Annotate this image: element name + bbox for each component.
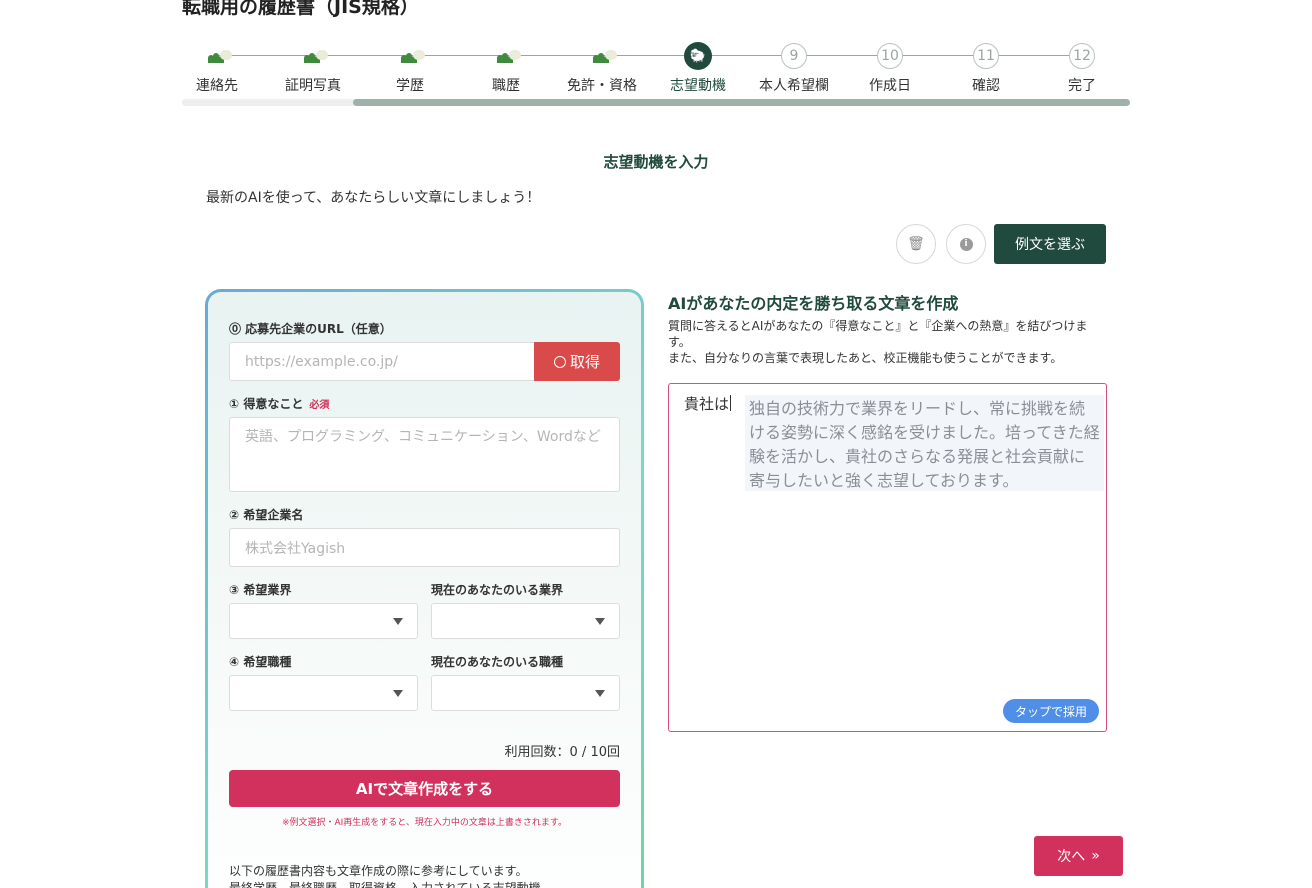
chevron-down-icon [595,690,605,697]
step-marker: 🐑 [653,42,743,70]
company-label: ② 希望企業名 [229,508,304,522]
text-caret [730,395,732,411]
step-number: 10 [877,43,903,69]
ai-description: 質問に答えるとAIがあなたの『得意なこと』と『企業への熱意』を結びつけます。 ま… [668,318,1108,366]
strength-label: ① 得意なこと 必須 [229,395,329,412]
step-9[interactable]: 11 確認 [941,42,1031,95]
job-label: ④ 希望職種 [229,655,292,669]
trash-icon: 🗑 [907,236,925,252]
step-label: 作成日 [869,78,911,94]
sprout-icon [395,49,425,63]
ai-description-line: 質問に答えるとAIがあなたの『得意なこと』と『企業への熱意』を結びつけます。 [668,319,1088,349]
sprout-icon [587,49,617,63]
step-marker [461,42,551,70]
company-input[interactable]: 株式会社Yagish [229,528,620,567]
info-button[interactable]: i [946,224,986,264]
step-label: 証明写真 [285,78,341,94]
sprout-icon [202,49,232,63]
required-badge: 必須 [309,400,330,411]
industry-select[interactable] [229,603,418,639]
step-label: 学歴 [396,78,424,94]
step-marker: 12 [1037,42,1127,70]
current-job-label: 現在のあなたのいる職種 [431,655,564,669]
step-number: 12 [1069,43,1095,69]
lead-text: 最新のAIを使って、あなたらしい文章にしましょう！ [206,190,541,206]
step-1[interactable]: 連絡先 [172,42,262,95]
step-6[interactable]: 🐑 志望動機 [653,42,743,95]
ai-suggestion[interactable]: 独自の技術力で業界をリードし、常に挑戦を続ける姿勢に深く感銘を受けました。培って… [745,395,1104,491]
step-number: 11 [973,43,999,69]
strength-textarea[interactable]: 英語、プログラミング、コミュニケーション、Wordなど [229,417,620,492]
usage-count: 利用回数：0 / 10回 [504,745,620,760]
current-industry-select[interactable] [431,603,620,639]
search-icon [553,355,566,368]
double-chevron-right-icon: » [1091,848,1100,864]
url-label: ⓪ 応募先企業のURL（任意） [229,322,392,336]
chevron-down-icon [595,618,605,625]
step-marker: 10 [845,42,935,70]
overwrite-warning: ※例文選択・AI再生成をすると、現在入力中の文章は上書きされます。 [281,818,568,828]
job-select[interactable] [229,675,418,711]
chevron-down-icon [393,618,403,625]
step-label: 確認 [972,78,1000,94]
sprout-icon [491,49,521,63]
step-label: 志望動機 [670,78,726,94]
section-heading: 志望動機を入力 [603,153,709,171]
progress-fill [352,99,1130,106]
step-label: 免許・資格 [567,78,637,94]
motivation-editor[interactable]: 貴社は 独自の技術力で業界をリードし、常に挑戦を続ける姿勢に深く感銘を受けました… [668,383,1107,732]
step-label: 本人希望欄 [759,78,829,94]
step-number: 9 [781,43,807,69]
fetch-label: 取得 [569,353,600,371]
step-marker [365,42,455,70]
chevron-down-icon [393,690,403,697]
sheep-icon: 🐑 [684,42,712,70]
sprout-icon [298,49,328,63]
ai-heading: AIがあなたの内定を勝ち取る文章を作成 [668,294,959,313]
step-marker [268,42,358,70]
step-label: 職歴 [492,78,520,94]
reference-note-line: 最終学歴、最終職歴、取得資格、入力されている志望動機 [229,881,541,888]
progress-stepper: 連絡先 証明写真 学歴 職歴 免許・資格 🐑 志望動機 9 本人希望欄 10 作成日 11 確認 12 完了 [182,40,1130,110]
current-job-select[interactable] [431,675,620,711]
step-4[interactable]: 職歴 [461,42,551,95]
ai-form-card: ⓪ 応募先企業のURL（任意） https://example.co.jp/ 取… [205,289,644,888]
step-8[interactable]: 10 作成日 [845,42,935,95]
next-label: 次へ [1057,849,1086,865]
step-10[interactable]: 12 完了 [1037,42,1127,95]
step-2[interactable]: 証明写真 [268,42,358,95]
step-label: 完了 [1068,78,1096,94]
step-5[interactable]: 免許・資格 [557,42,647,95]
reference-note-line: 以下の履歴書内容も文章作成の際に参考にしています。 [229,864,528,878]
info-icon: i [959,237,973,251]
editor-text[interactable]: 貴社は [684,393,732,414]
step-marker [172,42,262,70]
ai-generate-button[interactable]: AIで文章作成をする [229,770,620,807]
step-label: 連絡先 [196,78,238,94]
step-marker [557,42,647,70]
url-input[interactable]: https://example.co.jp/ [229,342,535,381]
strength-label-text: ① 得意なこと [229,397,304,411]
step-7[interactable]: 9 本人希望欄 [749,42,839,95]
next-button[interactable]: 次へ » [1034,836,1123,876]
tap-to-adopt-button[interactable]: タップで採用 [1002,699,1099,723]
ai-description-line: また、自分なりの言葉で表現したあと、校正機能も使うことができます。 [668,351,1063,365]
select-example-button[interactable]: 例文を選ぶ [994,224,1106,264]
industry-label: ③ 希望業界 [229,583,292,597]
delete-button[interactable]: 🗑 [896,224,936,264]
progress-track [182,99,1130,106]
step-marker: 11 [941,42,1031,70]
step-marker: 9 [749,42,839,70]
reference-note: 以下の履歴書内容も文章作成の際に参考にしています。 最終学歴、最終職歴、取得資格… [229,863,541,888]
fetch-button[interactable]: 取得 [534,342,620,381]
current-industry-label: 現在のあなたのいる業界 [431,583,564,597]
page-title: 転職用の履歴書（JIS規格） [182,0,419,18]
step-3[interactable]: 学歴 [365,42,455,95]
